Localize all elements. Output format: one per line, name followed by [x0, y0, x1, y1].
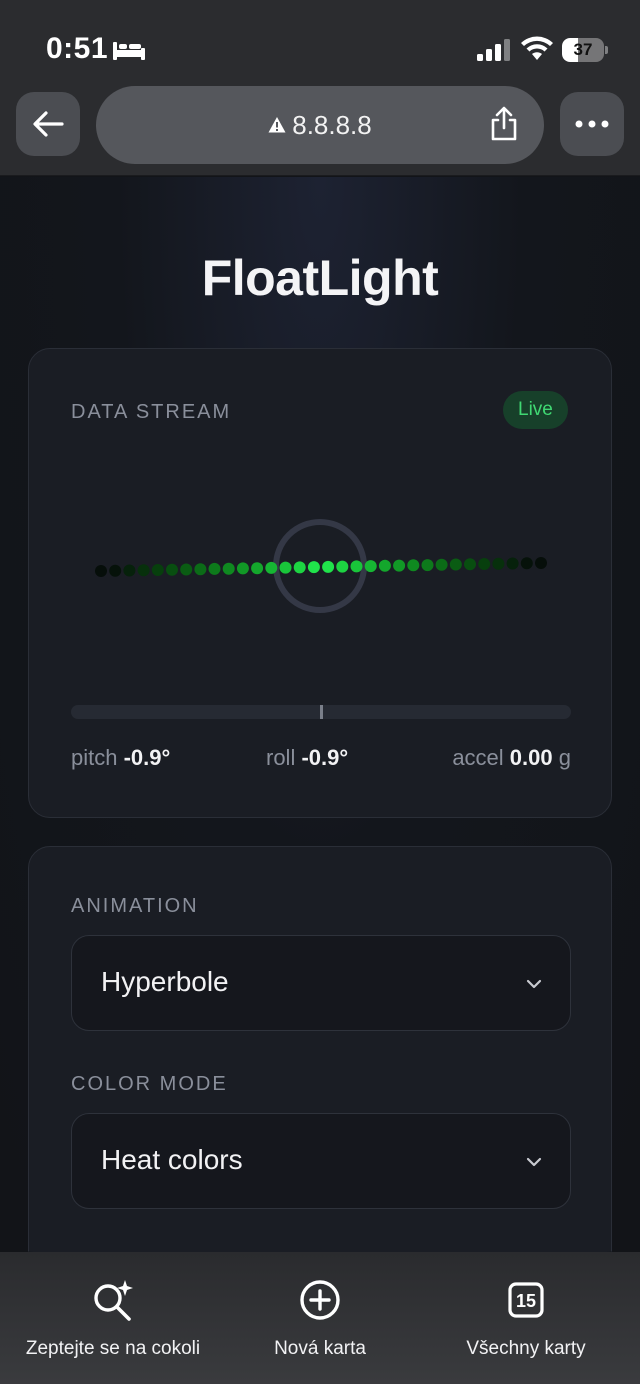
led-dot — [265, 561, 278, 574]
led-dot — [435, 558, 448, 571]
led-dot — [464, 558, 476, 571]
clock: 0:51 — [46, 32, 109, 65]
bed-icon — [113, 42, 145, 60]
led-dot — [222, 562, 235, 575]
web-page: FloatLight DATA STREAM Live pitch -0.9° … — [0, 177, 640, 1252]
roll-readout: roll -0.9° — [266, 745, 348, 771]
search-sparkle-icon — [94, 1280, 133, 1321]
tab-count: 15 — [516, 1291, 536, 1311]
browser-toolbar: 8.8.8.8 — [0, 86, 640, 176]
wifi-icon — [521, 36, 553, 60]
accel-value: 0.00 — [509, 745, 553, 770]
chevron-down-icon — [526, 1157, 542, 1167]
led-dot — [449, 558, 462, 571]
led-dot — [137, 564, 150, 577]
color-mode-selected-value: Heat colors — [101, 1144, 243, 1175]
back-button[interactable] — [16, 92, 80, 156]
ask-anything-label: Zeptejte se na cokoli — [25, 1338, 201, 1359]
status-bar: 0:51 37 — [0, 0, 640, 88]
led-dot — [378, 559, 391, 572]
led-dot — [293, 561, 306, 574]
led-dot — [506, 557, 519, 570]
arrow-left-icon — [33, 111, 64, 137]
roll-label: roll — [266, 745, 296, 770]
chevron-down-icon — [526, 979, 542, 989]
led-dot — [166, 563, 178, 576]
led-dot — [123, 564, 136, 577]
led-dot — [350, 560, 363, 573]
battery-percent: 37 — [573, 40, 593, 59]
sensor-readouts: pitch -0.9° roll -0.9° accel 0.00 g — [71, 745, 571, 775]
led-dot — [421, 559, 434, 572]
led-visualization — [95, 519, 547, 613]
led-dot — [109, 564, 122, 577]
animation-select[interactable]: Hyperbole — [71, 935, 571, 1031]
led-dot — [236, 562, 249, 575]
pitch-value: -0.9° — [123, 745, 171, 770]
led-dot — [307, 561, 320, 574]
page-title: FloatLight — [201, 250, 439, 306]
cellular-signal-icon — [477, 39, 510, 61]
led-dot — [407, 559, 420, 572]
all-tabs-button[interactable]: 15 Všechny karty — [456, 1278, 596, 1368]
led-dot — [492, 557, 505, 570]
roll-value: -0.9° — [301, 745, 349, 770]
pitch-label: pitch — [71, 745, 118, 770]
led-dot — [478, 558, 491, 570]
all-tabs-label: Všechny karty — [466, 1338, 586, 1359]
share-icon[interactable] — [488, 106, 520, 142]
led-dot — [336, 560, 349, 573]
led-dot — [151, 564, 164, 576]
led-dot — [194, 563, 207, 576]
new-tab-button[interactable]: Nová karta — [250, 1278, 390, 1368]
accel-unit: g — [558, 745, 571, 770]
ellipsis-icon — [575, 120, 609, 128]
led-dot — [251, 562, 264, 575]
balance-marker — [319, 705, 323, 719]
led-dot — [364, 560, 377, 573]
warning-icon — [268, 117, 286, 133]
led-dot — [279, 561, 292, 574]
url-text: 8.8.8.8 — [292, 109, 372, 140]
status-badge: Live — [503, 391, 568, 429]
balance-track — [71, 705, 571, 719]
accel-label: accel — [452, 745, 504, 770]
led-dot — [180, 563, 193, 576]
battery-indicator: 37 — [562, 38, 608, 62]
animation-selected-value: Hyperbole — [101, 966, 229, 997]
tabs-icon: 15 — [508, 1282, 544, 1318]
new-tab-label: Nová karta — [274, 1338, 366, 1359]
browser-bottom-bar: Zeptejte se na cokoli Nová karta 15 Všec… — [0, 1252, 640, 1384]
led-dot — [520, 557, 533, 570]
led-dot — [322, 560, 335, 573]
led-dot — [393, 559, 406, 572]
ask-anything-button[interactable]: Zeptejte se na cokoli — [20, 1278, 206, 1368]
settings-card: ANIMATION Hyperbole COLOR MODE Heat colo… — [28, 846, 612, 1252]
pitch-readout: pitch -0.9° — [71, 745, 170, 771]
led-dot — [95, 565, 107, 577]
data-stream-card: DATA STREAM Live pitch -0.9° roll -0.9° … — [28, 348, 612, 818]
more-options-button[interactable] — [560, 92, 624, 156]
animation-label: ANIMATION — [71, 895, 199, 917]
color-mode-select[interactable]: Heat colors — [71, 1113, 571, 1209]
address-bar[interactable]: 8.8.8.8 — [96, 86, 544, 164]
accel-readout: accel 0.00 g — [452, 745, 571, 771]
color-mode-label: COLOR MODE — [71, 1073, 228, 1095]
plus-circle-icon — [300, 1280, 340, 1320]
data-stream-label: DATA STREAM — [71, 401, 232, 423]
led-dot — [208, 562, 221, 575]
led-dot — [535, 557, 547, 569]
